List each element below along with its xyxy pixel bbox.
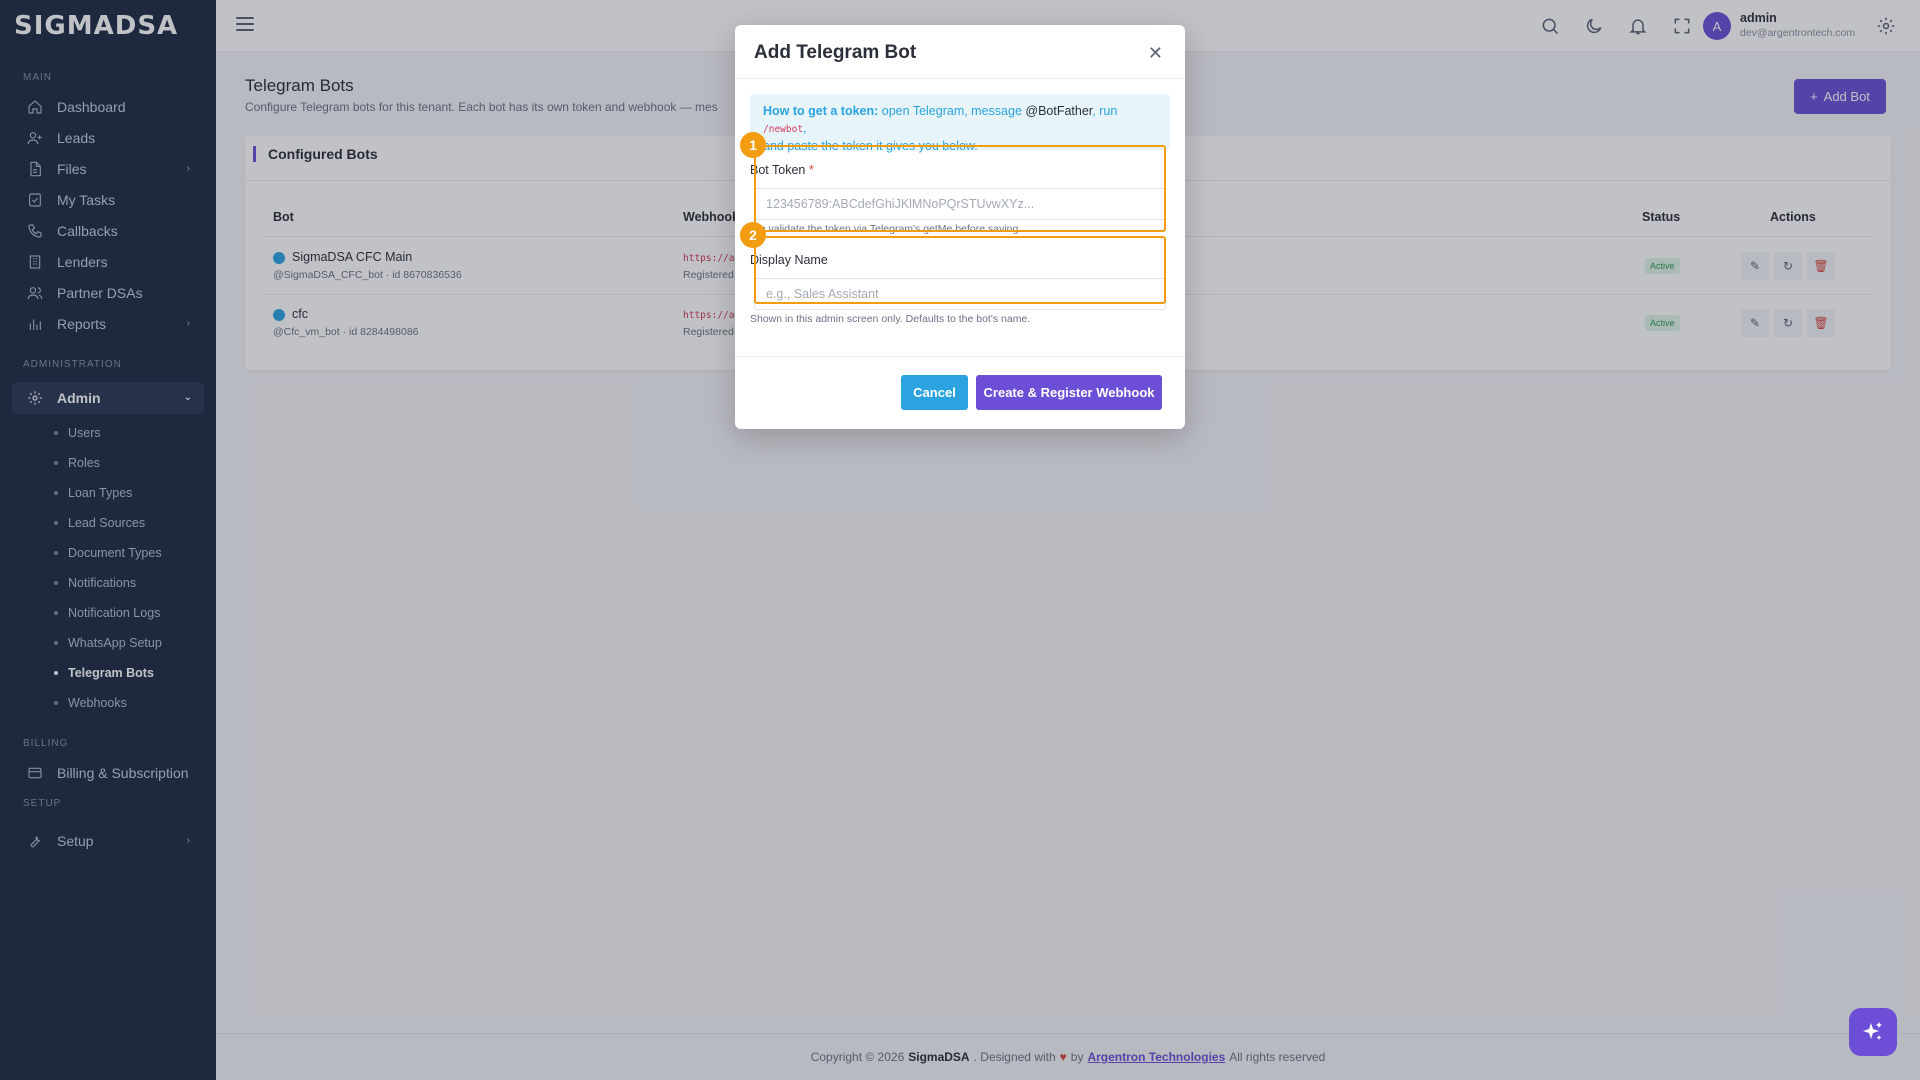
- hint-text: , run: [1092, 104, 1118, 118]
- highlight-box-2: [754, 236, 1166, 304]
- modal-footer-divider: [735, 356, 1185, 357]
- hint-code: /newbot: [763, 124, 804, 135]
- display-name-help: Shown in this admin screen only. Default…: [750, 313, 1031, 325]
- highlight-box-1: [754, 145, 1166, 232]
- token-hint: How to get a token: open Telegram, messa…: [750, 94, 1170, 153]
- ai-assistant-button[interactable]: [1849, 1008, 1897, 1056]
- cancel-button[interactable]: Cancel: [901, 375, 968, 410]
- create-register-webhook-button[interactable]: Create & Register Webhook: [976, 375, 1162, 410]
- highlight-marker-2: 2: [740, 222, 766, 248]
- sparkle-icon: [1863, 1022, 1882, 1040]
- hint-handle: @BotFather: [1025, 104, 1093, 118]
- highlight-marker-1: 1: [740, 132, 766, 158]
- hint-heading: How to get a token:: [763, 104, 879, 118]
- hint-text: ,: [803, 121, 807, 135]
- modal-title: Add Telegram Bot: [754, 42, 917, 63]
- close-icon[interactable]: ✕: [1148, 43, 1163, 64]
- add-telegram-bot-modal: Add Telegram Bot ✕ How to get a token: o…: [735, 25, 1185, 429]
- modal-header-divider: [735, 78, 1185, 79]
- hint-text: open Telegram, message: [881, 104, 1022, 118]
